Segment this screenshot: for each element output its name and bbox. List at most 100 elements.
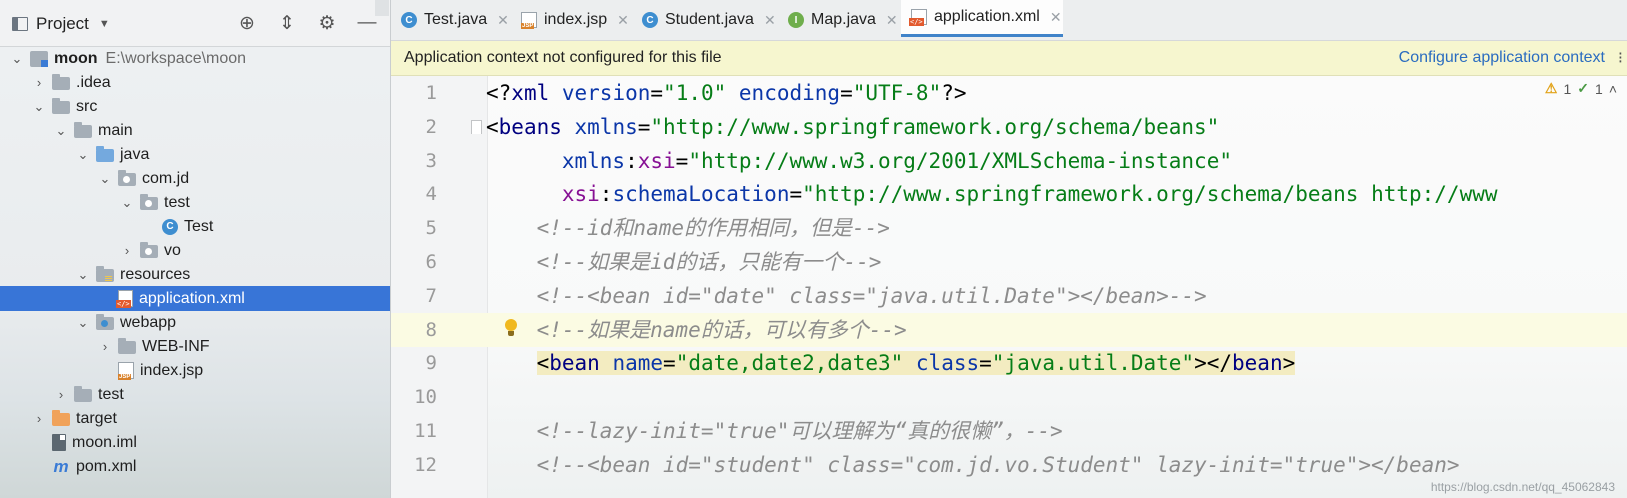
- chevron-right-icon[interactable]: ›: [98, 339, 112, 354]
- code-line[interactable]: 11 <!--lazy-init="true"可以理解为“真的很懒”，-->: [391, 414, 1627, 448]
- editor-tab[interactable]: C Student.java ✕: [632, 0, 776, 40]
- code-token: xsi: [561, 182, 600, 207]
- folder-icon: [52, 98, 70, 114]
- tree-item-label: moon: [54, 49, 98, 67]
- code-line[interactable]: 1 <?xml version="1.0" encoding="UTF-8"?>: [391, 76, 1627, 110]
- tree-item[interactable]: › vo: [0, 238, 390, 263]
- code-line[interactable]: 12 <!--<bean id="student" class="com.jd.…: [391, 448, 1627, 482]
- chevron-right-icon[interactable]: ›: [32, 75, 46, 90]
- code-line[interactable]: 6 <!--如果是id的话，只能有一个-->: [391, 245, 1627, 279]
- package-icon: [140, 242, 158, 258]
- tree-item[interactable]: moon.iml: [0, 430, 390, 455]
- close-icon[interactable]: ✕: [764, 12, 776, 29]
- code-line[interactable]: 7 <!--<bean id="date" class="java.util.D…: [391, 279, 1627, 313]
- tree-item-label: java: [120, 145, 150, 163]
- tree-item[interactable]: application.xml: [0, 286, 390, 311]
- code-token: =: [637, 114, 651, 139]
- tree-item[interactable]: › target: [0, 406, 390, 431]
- editor-tab[interactable]: I Map.java ✕: [778, 0, 898, 40]
- tree-item[interactable]: › test: [0, 382, 390, 407]
- tree-item[interactable]: ⌄ java: [0, 142, 390, 167]
- code-line[interactable]: 3 xmlns:xsi="http://www.w3.org/2001/XMLS…: [391, 144, 1627, 178]
- chevron-right-icon[interactable]: ›: [32, 411, 46, 426]
- banner-message: Application context not configured for t…: [404, 49, 722, 66]
- close-icon[interactable]: ✕: [1050, 9, 1062, 26]
- tree-item-label: test: [98, 385, 124, 403]
- chevron-down-icon[interactable]: ⌄: [76, 267, 90, 282]
- tree-item[interactable]: ⌄ resources: [0, 262, 390, 287]
- line-number: 3: [425, 149, 437, 172]
- chevron-down-icon[interactable]: ⌄: [76, 147, 90, 162]
- code-token: <!--lazy-init="true"可以理解为“真的很懒”，-->: [486, 419, 1063, 443]
- inspection-widget[interactable]: ⚠ 1 ✓ 1 ˄: [1545, 80, 1617, 97]
- chevron-down-icon[interactable]: ⌄: [120, 195, 134, 210]
- code-token: ></: [1194, 351, 1233, 376]
- project-path: E:\workspace\moon: [105, 49, 247, 67]
- chevron-up-icon[interactable]: ˄: [1609, 81, 1617, 97]
- close-icon[interactable]: ✕: [617, 12, 629, 29]
- code-token: name: [612, 351, 664, 376]
- chevron-down-icon[interactable]: ⌄: [98, 171, 112, 186]
- code-line[interactable]: 10: [391, 380, 1627, 414]
- line-number: 4: [425, 183, 437, 206]
- tree-item-label: com.jd: [142, 169, 190, 187]
- code-token: <?: [486, 81, 512, 105]
- interface-icon: I: [788, 12, 804, 28]
- locate-icon[interactable]: ⊕: [236, 12, 258, 34]
- code-text: <!--如果是name的话，可以有多个-->: [486, 313, 907, 347]
- tree-item[interactable]: ⌄ main: [0, 118, 390, 143]
- chevron-down-icon[interactable]: ⌄: [32, 99, 46, 114]
- fold-marker-icon[interactable]: [471, 119, 482, 134]
- line-number: 1: [425, 82, 437, 104]
- collapse-icon[interactable]: ⇕: [276, 12, 298, 34]
- tree-item[interactable]: ⌄ webapp: [0, 310, 390, 335]
- close-icon[interactable]: ✕: [497, 12, 509, 29]
- editor-tab[interactable]: index.jsp ✕: [511, 0, 629, 40]
- folder-icon: [52, 74, 70, 90]
- line-number: 8: [425, 318, 437, 341]
- configure-context-link[interactable]: Configure application context: [1399, 49, 1605, 67]
- chevron-down-icon[interactable]: ⌄: [10, 51, 24, 66]
- code-token: schemaLocation: [612, 182, 790, 207]
- tree-item[interactable]: ⌄ moon E:\workspace\moon: [0, 46, 390, 71]
- code-line[interactable]: 2 <beans xmlns="http://www.springframewor…: [391, 110, 1627, 144]
- sidebar-scrollbar[interactable]: [375, 0, 389, 16]
- chevron-down-icon[interactable]: ⌄: [76, 315, 90, 330]
- project-panel: Project ▼ ⊕ ⇕ ⚙ — ⌄ moon E:\workspace\moon…: [0, 0, 391, 498]
- code-line[interactable]: 8 <!--如果是name的话，可以有多个-->: [391, 312, 1627, 347]
- tree-item[interactable]: C Test: [0, 214, 390, 239]
- editor-tab[interactable]: application.xml ✕: [901, 0, 1063, 37]
- code-token: =: [789, 182, 803, 207]
- banner-more-icon[interactable]: ⁝: [1618, 48, 1623, 68]
- code-token: "java.util.Date": [991, 351, 1195, 376]
- tree-item[interactable]: ⌄ src: [0, 94, 390, 119]
- close-icon[interactable]: ✕: [886, 12, 898, 29]
- code-token: :: [625, 148, 638, 173]
- code-line[interactable]: 4 xsi:schemaLocation="http://www.springf…: [391, 177, 1627, 211]
- code-token: <: [486, 114, 499, 139]
- chevron-right-icon[interactable]: ›: [54, 387, 68, 402]
- java-class-icon: C: [162, 218, 178, 235]
- chevron-down-icon[interactable]: ⌄: [54, 123, 68, 138]
- gear-icon[interactable]: ⚙: [316, 12, 338, 34]
- tree-item-label: webapp: [120, 313, 177, 331]
- project-view-selector[interactable]: Project ▼: [12, 12, 110, 36]
- tree-item-label: target: [76, 409, 117, 427]
- tree-item[interactable]: index.jsp: [0, 358, 390, 383]
- xml-icon: [909, 9, 927, 26]
- code-line[interactable]: 9 <bean name="date,date2,date3" class="j…: [391, 346, 1627, 380]
- tree-item[interactable]: › WEB-INF: [0, 334, 390, 359]
- code-token: "http://www.springframework.org/schema/b…: [802, 182, 1498, 207]
- chevron-right-icon[interactable]: ›: [120, 243, 134, 258]
- editor-tab[interactable]: C Test.java ✕: [391, 0, 509, 40]
- tree-item-label: test: [164, 193, 190, 211]
- code-token: =: [663, 351, 676, 376]
- tree-item[interactable]: ⌄ com.jd: [0, 166, 390, 191]
- tree-item[interactable]: ⌄ test: [0, 190, 390, 215]
- tree-item[interactable]: › .idea: [0, 70, 390, 95]
- tab-label: index.jsp: [544, 11, 608, 28]
- tree-item[interactable]: m pom.xml: [0, 454, 390, 479]
- code-line[interactable]: 5 <!--id和name的作用相同，但是-->: [391, 211, 1627, 245]
